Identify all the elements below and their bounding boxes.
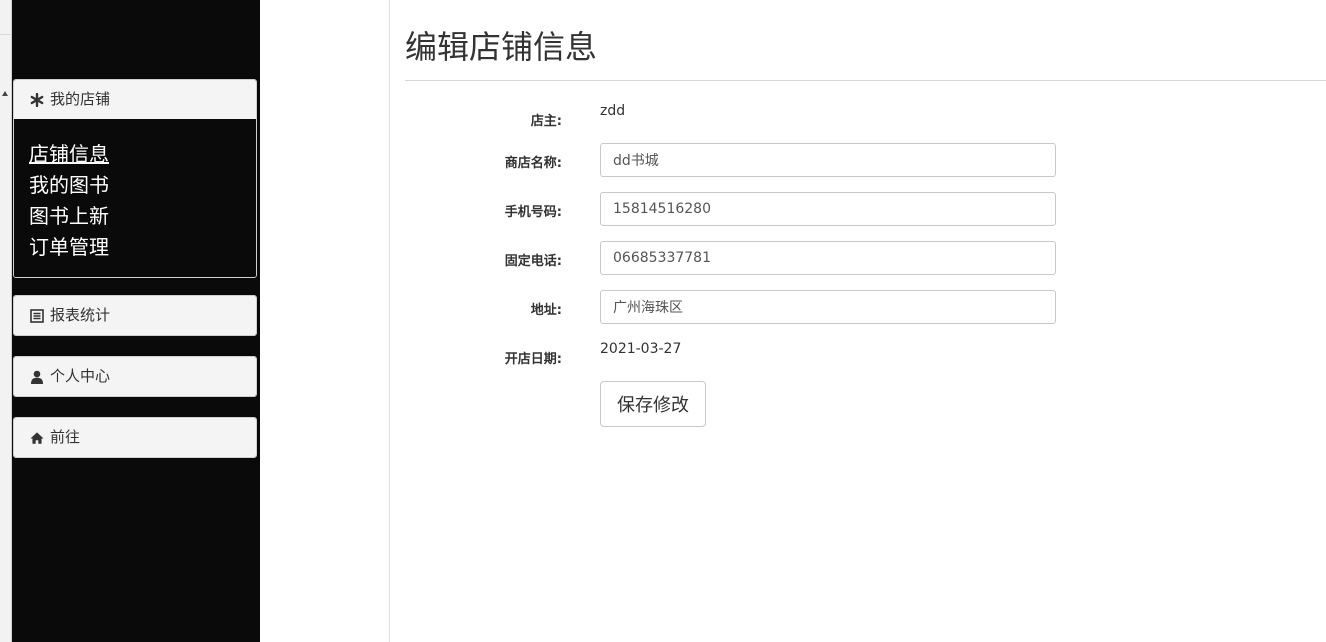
landline-input[interactable] [600,241,1056,275]
user-icon [30,370,44,384]
sidebar-header-label: 个人中心 [50,367,111,385]
sidebar-header-label: 前往 [50,428,81,446]
sidebar-header-reports[interactable]: 报表统计 [14,296,256,335]
sidebar-item-my-books[interactable]: 我的图书 [29,170,256,201]
sidebar-header-label: 报表统计 [50,306,111,324]
asterisk-icon [30,92,44,107]
mobile-label: 手机号码: [504,205,562,220]
landline-label: 固定电话: [504,254,562,269]
sidebar-header-personal[interactable]: 个人中心 [14,357,256,396]
sidebar-item-shop-info[interactable]: 店铺信息 [29,139,256,170]
shop-name-input[interactable] [600,143,1056,177]
address-label: 地址: [530,303,562,318]
sidebar-panel-reports: 报表统计 [13,295,257,336]
home-icon [30,431,44,445]
save-button[interactable]: 保存修改 [600,381,706,427]
sidebar-header-label: 我的店铺 [50,90,111,108]
sidebar-header-my-shop[interactable]: 我的店铺 [14,80,256,119]
main-divider [389,0,390,642]
sidebar-panel-goto: 前往 [13,417,257,458]
scrollbar-divider [0,34,11,35]
shop-name-label: 商店名称: [504,156,562,171]
owner-value: zdd [600,103,626,119]
owner-label: 店主: [530,114,562,129]
open-date-label: 开店日期: [504,352,562,367]
title-divider [405,80,1326,81]
address-input[interactable] [600,290,1056,324]
open-date-value: 2021-03-27 [600,341,682,357]
sidebar-submenu: 店铺信息 我的图书 图书上新 订单管理 [14,119,256,277]
scrollbar[interactable] [0,0,12,642]
sidebar-panel-personal: 个人中心 [13,356,257,397]
scroll-up-arrow-icon[interactable] [2,91,8,96]
sidebar-item-new-books[interactable]: 图书上新 [29,201,256,232]
sidebar-panel-my-shop: 我的店铺 店铺信息 我的图书 图书上新 订单管理 [13,79,257,278]
list-icon [30,308,44,323]
sidebar-item-order-management[interactable]: 订单管理 [29,232,256,263]
mobile-input[interactable] [600,192,1056,226]
page-title: 编辑店铺信息 [405,28,598,66]
sidebar-header-goto[interactable]: 前往 [14,418,256,457]
sidebar: 我的店铺 店铺信息 我的图书 图书上新 订单管理 报表统计 个人中心 前往 [12,0,260,642]
